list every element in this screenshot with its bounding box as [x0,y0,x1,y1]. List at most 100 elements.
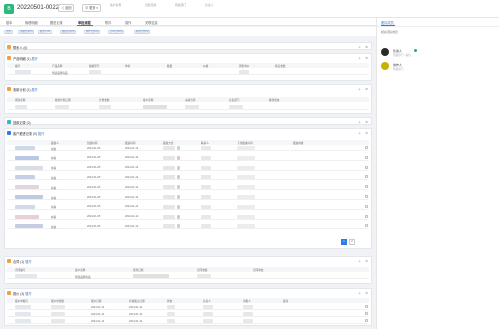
settings-icon[interactable]: ⚙ [365,56,368,60]
table-row[interactable]: 2021-01-14 2021-01-14 [7,304,369,310]
cell: 2021-01-14 [125,185,139,189]
table-row[interactable]: 在职 2021-01-05 2021-01-14 [7,145,369,151]
add-icon[interactable]: ＋ [358,131,361,135]
expand-link[interactable]: 展开 [38,132,44,136]
filter-chip[interactable]: 附件文件(0) [84,29,101,34]
table-row[interactable]: 2021-01-14 2021-01-14 [7,318,369,324]
payments-icon [7,119,11,124]
tab-attachments[interactable]: 附件 [105,20,111,25]
table-row[interactable] [7,104,369,110]
add-icon[interactable]: ＋ [358,259,361,263]
row-action-icon[interactable] [365,175,368,179]
column-header: 合同编号 [15,269,26,272]
filter-chip[interactable]: 收款计划(0) [134,29,151,34]
add-icon[interactable]: ＋ [358,87,361,91]
column-header: 计划金额 [99,99,110,102]
redacted-value [201,195,211,199]
add-icon[interactable]: ＋ [358,120,361,124]
expand-link[interactable]: 展开 [25,292,31,296]
table-row[interactable]: 在职 2021-01-05 2021-01-14 [7,194,369,200]
page-button[interactable]: 1 [341,239,347,245]
row-action-icon[interactable] [365,312,368,315]
tab-operations[interactable]: 操作 [125,20,131,25]
cell: 2021-01-14 [129,305,143,309]
table-row[interactable]: 在职 2021-01-05 2021-01-14 [7,204,369,210]
settings-icon[interactable]: ⚙ [365,291,368,295]
row-action-icon[interactable] [365,155,368,159]
settings-icon[interactable]: ⚙ [365,259,368,263]
tab-bar: 基本 管理明细 跟进记录 审批流程 附件 操作 关联信息 [0,18,376,26]
table-row[interactable]: 在职 2021-01-05 2021-01-14 [7,174,369,181]
team-member[interactable]: 协作人 所属部门 [381,62,491,72]
member-info: 所属部门 [393,68,404,71]
redacted-value [237,204,255,209]
tab-related[interactable]: 关联信息 [145,20,158,25]
expand-link[interactable]: 展开 [31,57,37,61]
table-row[interactable]: 在职 2021-01-05 2021-01-14 [7,184,369,191]
add-icon[interactable]: ＋ [358,45,361,49]
tab-details[interactable]: 管理明细 [25,20,38,25]
redacted-value [51,319,65,323]
row-action-icon[interactable] [365,319,368,322]
redacted-value [163,185,175,190]
redacted-value [167,319,175,323]
filter-chip[interactable]: 沟通记录(0) [18,29,35,34]
table-row[interactable]: 测试品牌商品 [7,69,369,75]
expand-link[interactable]: 展开 [25,260,31,264]
redacted-value [15,146,35,150]
tab-followup[interactable]: 跟进记录 [50,20,63,25]
row-action-icon[interactable] [365,204,368,208]
row-action-icon[interactable] [365,214,368,218]
row-action-icon[interactable] [365,195,368,198]
settings-icon[interactable]: ⚙ [365,87,368,91]
column-header: 有效截止日期 [129,300,145,303]
cell: 2021-01-14 [129,319,143,323]
filter-chip[interactable]: 全部 [4,29,13,34]
redacted-value [15,319,31,323]
filter-chip[interactable]: 合同订单(0) [108,29,125,34]
row-action-icon[interactable] [365,305,368,308]
cell: 2021-01-14 [125,166,139,170]
row-action-icon[interactable] [365,224,368,228]
payment-icon [7,86,11,91]
table-header: 编号 产品名称 规格型号 单位 数量 价格 销售单价 折后金额 [7,63,369,68]
table-row[interactable]: 2021-01-14 2021-01-14 [7,311,369,317]
redacted-value [51,312,65,316]
redacted-value [163,214,175,219]
redacted-value [163,165,175,170]
filter-chip[interactable]: 跟进记录(0) [60,29,77,34]
page-button[interactable]: 2 [349,239,355,245]
row-action-icon[interactable] [365,185,368,189]
cell: 2021-01-14 [125,205,139,209]
redacted-value [177,165,180,170]
redacted-value [243,305,253,309]
column-header: 报价单编号 [15,300,28,303]
redacted-value [15,70,31,74]
table-row[interactable]: 在职 2021-01-05 2021-01-14 [7,214,369,220]
sidebar-label: 相关团队成员 [381,30,398,34]
meta-customer: 客户名称 [110,3,122,7]
table-row[interactable]: 在职 2021-01-05 2021-01-14 [7,165,369,171]
add-icon[interactable]: ＋ [358,291,361,295]
table-row[interactable]: 测试品牌商品 [7,273,369,279]
team-member[interactable]: 负责人 所属部门 · 职位 [381,48,491,58]
redacted-value [89,70,101,74]
settings-icon[interactable]: ⚙ [365,120,368,124]
cell: 2021-01-05 [87,175,101,179]
tab-basic[interactable]: 基本 [6,20,12,25]
row-action-icon[interactable] [365,146,368,149]
more-button[interactable]: ⊘ 更多 ▾ [82,4,101,12]
expand-link[interactable]: 展开 [31,88,37,92]
filter-chip[interactable]: 联系人(0) [38,29,53,34]
table-row[interactable]: 在职 2021-01-05 2021-01-14 [7,155,369,161]
settings-icon[interactable]: ⚙ [365,131,368,135]
table-row[interactable]: 在职 2021-01-05 2021-01-14 [7,223,369,230]
column-header: 报价日期 [91,300,102,303]
back-button[interactable]: ◁ 返回 [58,4,75,12]
row-action-icon[interactable] [365,165,368,169]
redacted-value [237,185,255,190]
add-icon[interactable]: ＋ [358,56,361,60]
settings-icon[interactable]: ⚙ [365,45,368,49]
cell: 2021-01-14 [125,156,139,160]
panel-title: 收款计划 (1) 展开 [13,87,38,92]
